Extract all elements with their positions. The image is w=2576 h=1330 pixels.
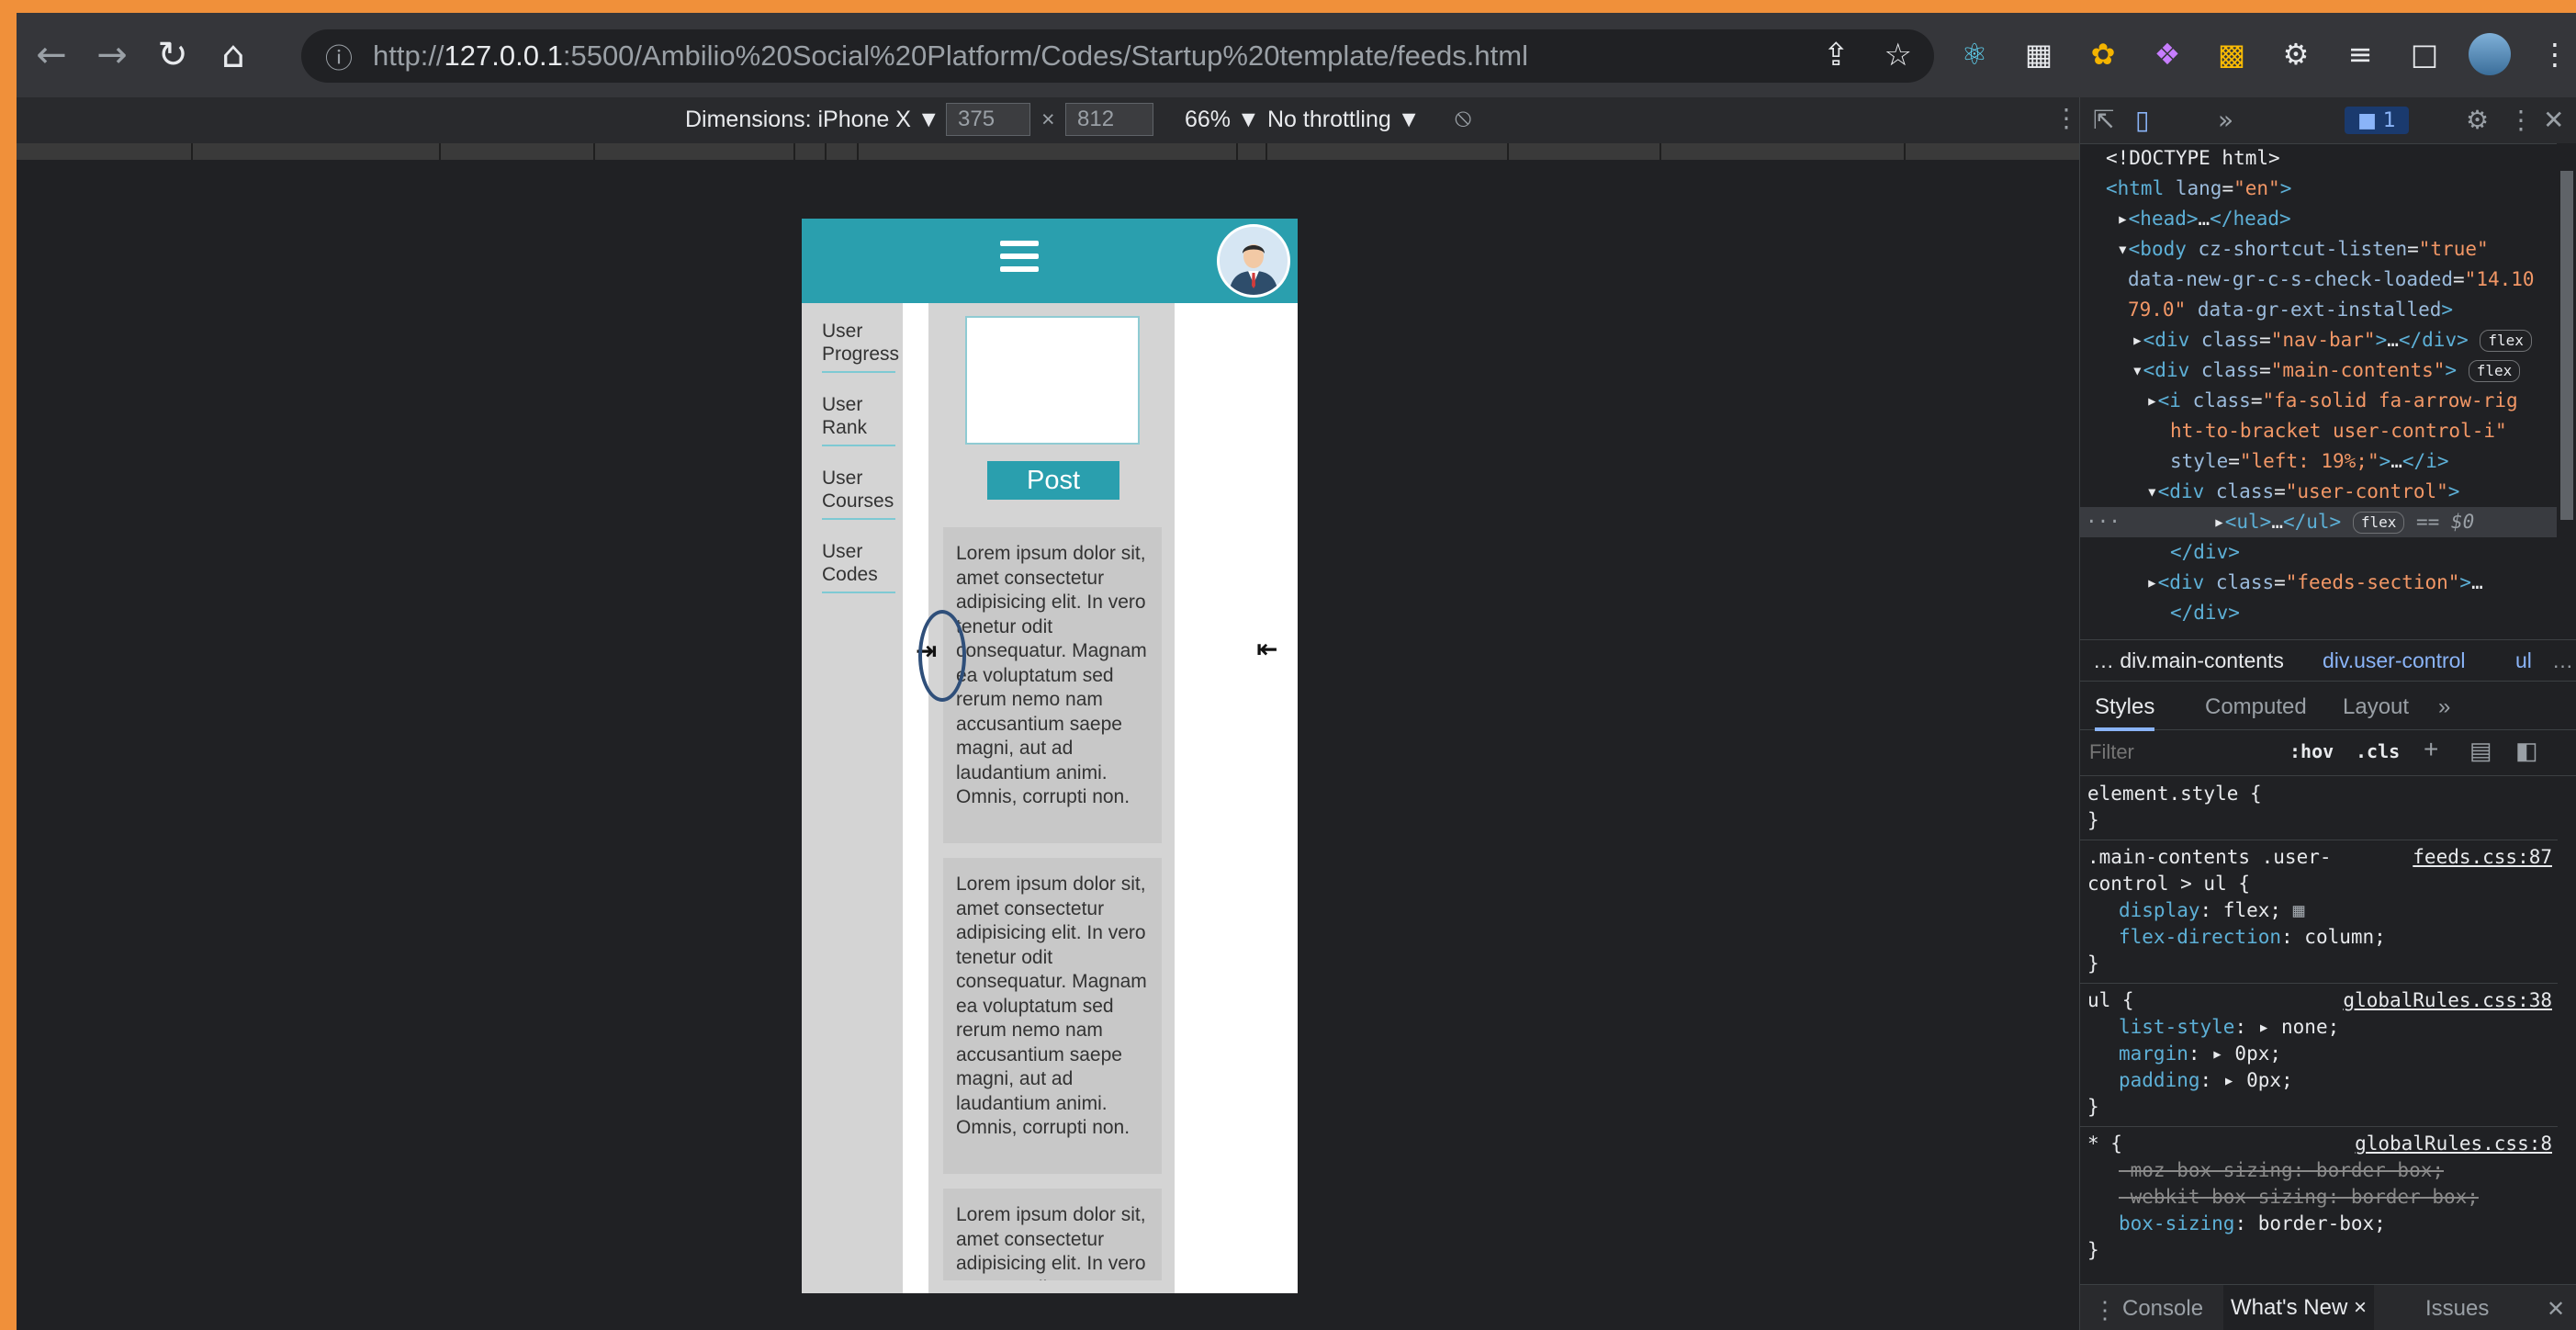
toggle-sidebar-icon[interactable]: ◧ [2515,737,2538,765]
hamburger-menu-icon[interactable] [1000,241,1039,277]
extension-chart-icon[interactable]: ▩ [2211,34,2252,74]
user-codes-link[interactable]: User Codes [822,540,895,593]
height-input[interactable]: 812 [1065,103,1153,136]
user-courses-link[interactable]: User Courses [822,467,895,520]
site-info-icon[interactable]: ⓘ [325,36,353,76]
annotation-circle [918,610,966,702]
bookmark-star-icon[interactable]: ☆ [1884,37,1912,73]
extensions-puzzle-icon[interactable]: ⚙ [2276,34,2316,74]
media-query-ruler[interactable] [17,143,2079,161]
user-rank-link[interactable]: User Rank [822,393,895,446]
chrome-menu-icon[interactable]: ⋮ [2535,34,2575,74]
breadcrumb-ul[interactable]: ul [2515,640,2532,681]
drawer-menu-icon[interactable]: ⋮ [2093,1296,2117,1324]
phone-page: User Progress User Rank User Courses Use… [802,219,1298,1293]
feed-card: Lorem ipsum dolor sit, amet consectetur … [943,1189,1162,1280]
nav-bar [802,219,1298,303]
dimension-separator: × [1041,107,1055,132]
styles-tabbar: Styles Computed Layout » [2080,682,2576,731]
tab-computed[interactable]: Computed [2205,694,2307,720]
arrow-left-from-bracket-icon[interactable]: ⇤ [1256,634,1277,664]
feeds-section: Post Lorem ipsum dolor sit, amet consect… [928,303,1175,1293]
throttling-select[interactable]: No throttling ▼ [1267,107,1420,133]
paint-brush-icon[interactable]: ▤ [2469,737,2492,765]
url-text[interactable]: http://127.0.0.1:5500/Ambilio%20Social%2… [373,39,1528,73]
browser-toolbar: ← → ↻ ⌂ ⓘ http://127.0.0.1:5500/Ambilio%… [17,13,2576,97]
reload-icon[interactable]: ↻ [147,29,198,81]
forward-icon[interactable]: → [86,29,138,81]
elements-tree[interactable]: <!DOCTYPE html> <html lang="en"> ▸<head>… [2080,143,2567,637]
color-picker-icon[interactable]: ✿ [2083,34,2123,74]
source-link[interactable]: globalRules.css:8 [2355,1131,2552,1157]
device-toolbar: Dimensions: iPhone X ▼ 375 × 812 66% ▼ N… [17,97,2079,143]
user-control-sidebar: User Progress User Rank User Courses Use… [802,303,903,1293]
source-link[interactable]: globalRules.css:38 [2343,987,2552,1014]
drawer-tab-whats-new[interactable]: What's New × [2223,1285,2374,1330]
chrome-profile-avatar[interactable] [2469,33,2511,75]
devtools-toolbar: ⇱ ▯ » ■ 1 ⚙ ⋮ ✕ [2080,97,2576,144]
width-input[interactable]: 375 [946,103,1030,136]
breadcrumb-more[interactable]: … [2552,640,2573,681]
device-more-icon[interactable]: ⋮ [2053,103,2079,133]
browser-window: ← → ↻ ⌂ ⓘ http://127.0.0.1:5500/Ambilio%… [17,13,2576,1330]
drawer-tab-console[interactable]: Console [2122,1296,2203,1322]
more-tabs-icon[interactable]: » [2218,105,2233,135]
styles-pane[interactable]: element.style { } feeds.css:87 .main-con… [2080,777,2558,1291]
react-devtools-icon[interactable]: ⚛ [1954,34,1995,74]
source-link[interactable]: feeds.css:87 [2413,844,2552,871]
reading-list-icon[interactable]: ≡ [2340,34,2380,74]
issues-badge[interactable]: ■ 1 [2345,107,2409,134]
drawer-tab-issues[interactable]: Issues [2425,1296,2489,1322]
breadcrumb-user-control[interactable]: div.user-control [2323,640,2466,681]
inspect-element-icon[interactable]: ⇱ [2093,105,2114,135]
new-rule-icon[interactable]: + [2424,735,2438,764]
hov-toggle[interactable]: :hov [2289,740,2334,762]
close-devtools-icon[interactable]: ✕ [2543,105,2564,135]
device-toggle-icon[interactable]: ▯ [2135,105,2149,135]
tab-layout[interactable]: Layout [2343,694,2409,720]
tab-styles[interactable]: Styles [2095,694,2155,731]
devtools-drawer: ⋮ Console What's New × Issues ✕ [2080,1284,2576,1330]
tab-more[interactable]: » [2438,694,2450,720]
extension-icon[interactable]: ▦ [2019,34,2059,74]
dimensions-select[interactable]: Dimensions: iPhone X ▼ [685,107,940,133]
styles-filter-input[interactable] [2087,737,2256,768]
close-drawer-icon[interactable]: ✕ [2547,1296,2565,1323]
devtools-panel: ⇱ ▯ » ■ 1 ⚙ ⋮ ✕ <!DOCTYPE html> <html la… [2079,97,2576,1330]
side-panel-icon[interactable]: □ [2404,34,2445,74]
post-button[interactable]: Post [987,461,1119,500]
zoom-select[interactable]: 66% ▼ [1185,107,1260,133]
feed-card: Lorem ipsum dolor sit, amet consectetur … [943,527,1162,843]
content-gap [903,303,928,1293]
emulated-viewport: User Progress User Rank User Courses Use… [17,160,2079,1330]
elements-scrollbar[interactable] [2557,143,2576,637]
rotate-icon[interactable]: ⦸ [1455,103,1471,133]
share-icon[interactable]: ⇪ [1823,37,1850,73]
devtools-more-icon[interactable]: ⋮ [2508,105,2534,135]
user-progress-link[interactable]: User Progress [822,320,899,373]
breadcrumb: … div.main-contents div.user-control ul … [2080,639,2576,682]
home-icon[interactable]: ⌂ [208,29,259,81]
address-bar[interactable]: ⓘ http://127.0.0.1:5500/Ambilio%20Social… [301,29,1934,83]
back-icon[interactable]: ← [26,29,77,81]
settings-gear-icon[interactable]: ⚙ [2466,105,2489,135]
extension-feather-icon[interactable]: ❖ [2147,34,2188,74]
profile-avatar[interactable] [1217,224,1290,298]
post-textarea[interactable] [965,316,1140,445]
breadcrumb-main-contents[interactable]: … div.main-contents [2093,640,2284,681]
cls-toggle[interactable]: .cls [2356,740,2400,762]
feed-card: Lorem ipsum dolor sit, amet consectetur … [943,858,1162,1174]
styles-filter-bar: :hov .cls + ▤ ◧ [2080,729,2576,776]
